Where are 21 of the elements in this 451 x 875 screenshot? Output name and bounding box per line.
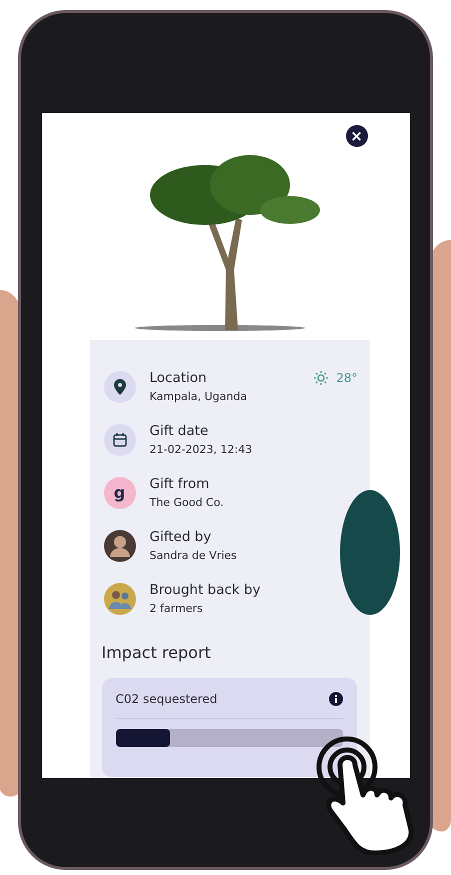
detail-title: Gift date <box>150 423 210 439</box>
detail-value: 21-02-2023, 12:43 <box>150 443 252 456</box>
calendar-icon <box>104 424 136 456</box>
info-icon[interactable] <box>328 692 342 706</box>
detail-value: Sandra de Vries <box>150 549 237 562</box>
close-button[interactable]: × <box>346 125 368 147</box>
detail-title: Brought back by <box>150 582 260 598</box>
section-heading: Impact report <box>102 643 211 662</box>
card-title: C02 sequestered <box>116 692 218 706</box>
group-avatar-icon <box>104 582 136 614</box>
detail-title: Location <box>150 370 208 386</box>
temperature: 28° <box>336 371 358 385</box>
detail-title: Gift from <box>150 476 210 492</box>
detail-value: The Good Co. <box>150 496 224 509</box>
location-pin-icon <box>104 370 136 402</box>
detail-value: 2 farmers <box>150 602 204 615</box>
sun-icon <box>314 371 328 385</box>
detail-value: Kampala, Uganda <box>150 390 247 403</box>
detail-title: Gifted by <box>150 529 212 545</box>
heart-logo: g <box>104 476 136 508</box>
avatar-icon <box>104 530 136 562</box>
